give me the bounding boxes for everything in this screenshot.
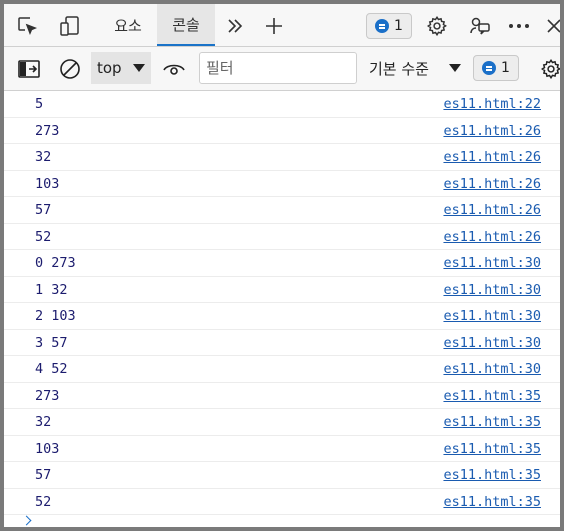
log-message: 273 <box>35 387 60 404</box>
console-row: 1 32 es11.html:30 <box>4 277 560 303</box>
console-row: 0 273 es11.html:30 <box>4 250 560 277</box>
console-row: 103 es11.html:35 <box>4 436 560 462</box>
source-link[interactable]: es11.html:30 <box>443 282 541 298</box>
log-message: 32 <box>35 149 52 165</box>
log-message: 57 <box>35 202 52 218</box>
source-link[interactable]: es11.html:26 <box>443 149 541 165</box>
device-emulation-icon[interactable] <box>57 13 83 39</box>
log-levels-dropdown[interactable]: 기본 수준 <box>369 52 461 84</box>
log-message: 5 <box>35 96 44 112</box>
console-settings-gear-icon[interactable] <box>538 56 560 82</box>
console-row: 57 es11.html:35 <box>4 462 560 489</box>
console-output: 5 es11.html:22 273 es11.html:26 32 es11.… <box>4 91 560 527</box>
clear-console-icon[interactable] <box>57 56 83 82</box>
filter-input[interactable] <box>199 52 357 84</box>
console-row: 57 es11.html:26 <box>4 197 560 224</box>
log-message: 1 32 <box>35 281 68 298</box>
console-toolbar: top 기본 수준 1 <box>4 47 560 91</box>
settings-gear-icon[interactable] <box>424 13 450 39</box>
tab-elements-label: 요소 <box>114 16 142 35</box>
log-message: 273 <box>35 122 60 139</box>
log-message: 2 103 <box>35 308 76 324</box>
dropdown-caret-icon <box>449 64 461 72</box>
log-message: 103 <box>35 440 60 457</box>
source-link[interactable]: es11.html:30 <box>443 255 541 271</box>
context-selector[interactable]: top <box>91 52 151 84</box>
live-expression-eye-icon[interactable] <box>161 56 187 82</box>
more-tabs-icon[interactable] <box>222 13 248 39</box>
issues-count: 1 <box>501 60 510 76</box>
source-link[interactable]: es11.html:26 <box>443 176 541 192</box>
console-row: 103 es11.html:26 <box>4 171 560 197</box>
devtools-window: 요소 콘솔 1 top 필터 기본 수준 1 5 es11.html:22 27… <box>4 4 560 527</box>
source-link[interactable]: es11.html:26 <box>443 202 541 218</box>
console-row: 273 es11.html:35 <box>4 383 560 409</box>
source-link[interactable]: es11.html:26 <box>443 123 541 139</box>
message-bubble-icon <box>375 19 390 33</box>
source-link[interactable]: es11.html:30 <box>443 335 541 351</box>
log-message: 52 <box>35 228 52 245</box>
dropdown-caret-icon <box>133 64 145 72</box>
console-row: 5 es11.html:22 <box>4 91 560 118</box>
source-link[interactable]: es11.html:35 <box>443 414 541 430</box>
source-link[interactable]: es11.html:35 <box>443 467 541 483</box>
feedback-icon[interactable] <box>467 13 493 39</box>
console-row: 52 es11.html:26 <box>4 224 560 250</box>
close-icon[interactable] <box>544 13 560 39</box>
console-row: 32 es11.html:26 <box>4 144 560 171</box>
devtools-tabbar: 요소 콘솔 1 <box>4 4 560 47</box>
issues-count: 1 <box>394 18 403 34</box>
tab-elements[interactable]: 요소 <box>102 4 154 46</box>
issues-badge[interactable]: 1 <box>473 55 519 81</box>
context-selector-value: top <box>97 59 122 77</box>
issues-badge[interactable]: 1 <box>366 13 412 39</box>
source-link[interactable]: es11.html:35 <box>443 388 541 404</box>
source-link[interactable]: es11.html:30 <box>443 361 541 377</box>
log-message: 32 <box>35 414 52 430</box>
tab-console-label: 콘솔 <box>172 15 200 34</box>
log-message: 52 <box>35 493 52 510</box>
add-tab-icon[interactable] <box>261 13 287 39</box>
log-message: 4 52 <box>35 361 68 377</box>
inspect-element-icon[interactable] <box>14 13 40 39</box>
log-message: 3 57 <box>35 334 68 351</box>
toggle-sidebar-icon[interactable] <box>16 56 42 82</box>
console-row: 32 es11.html:35 <box>4 409 560 436</box>
console-row: 2 103 es11.html:30 <box>4 303 560 330</box>
console-row: 52 es11.html:35 <box>4 489 560 515</box>
tab-console[interactable]: 콘솔 <box>157 4 215 46</box>
log-message: 0 273 <box>35 255 76 271</box>
source-link[interactable]: es11.html:35 <box>443 494 541 510</box>
log-message: 103 <box>35 175 60 192</box>
source-link[interactable]: es11.html:22 <box>443 96 541 112</box>
message-bubble-icon <box>482 61 497 75</box>
source-link[interactable]: es11.html:35 <box>443 441 541 457</box>
source-link[interactable]: es11.html:26 <box>443 229 541 245</box>
console-row: 273 es11.html:26 <box>4 118 560 144</box>
more-options-icon[interactable] <box>506 13 532 39</box>
log-message: 57 <box>35 467 52 483</box>
console-row: 3 57 es11.html:30 <box>4 330 560 356</box>
source-link[interactable]: es11.html:30 <box>443 308 541 324</box>
console-row: 4 52 es11.html:30 <box>4 356 560 383</box>
log-levels-label: 기본 수준 <box>369 59 429 78</box>
